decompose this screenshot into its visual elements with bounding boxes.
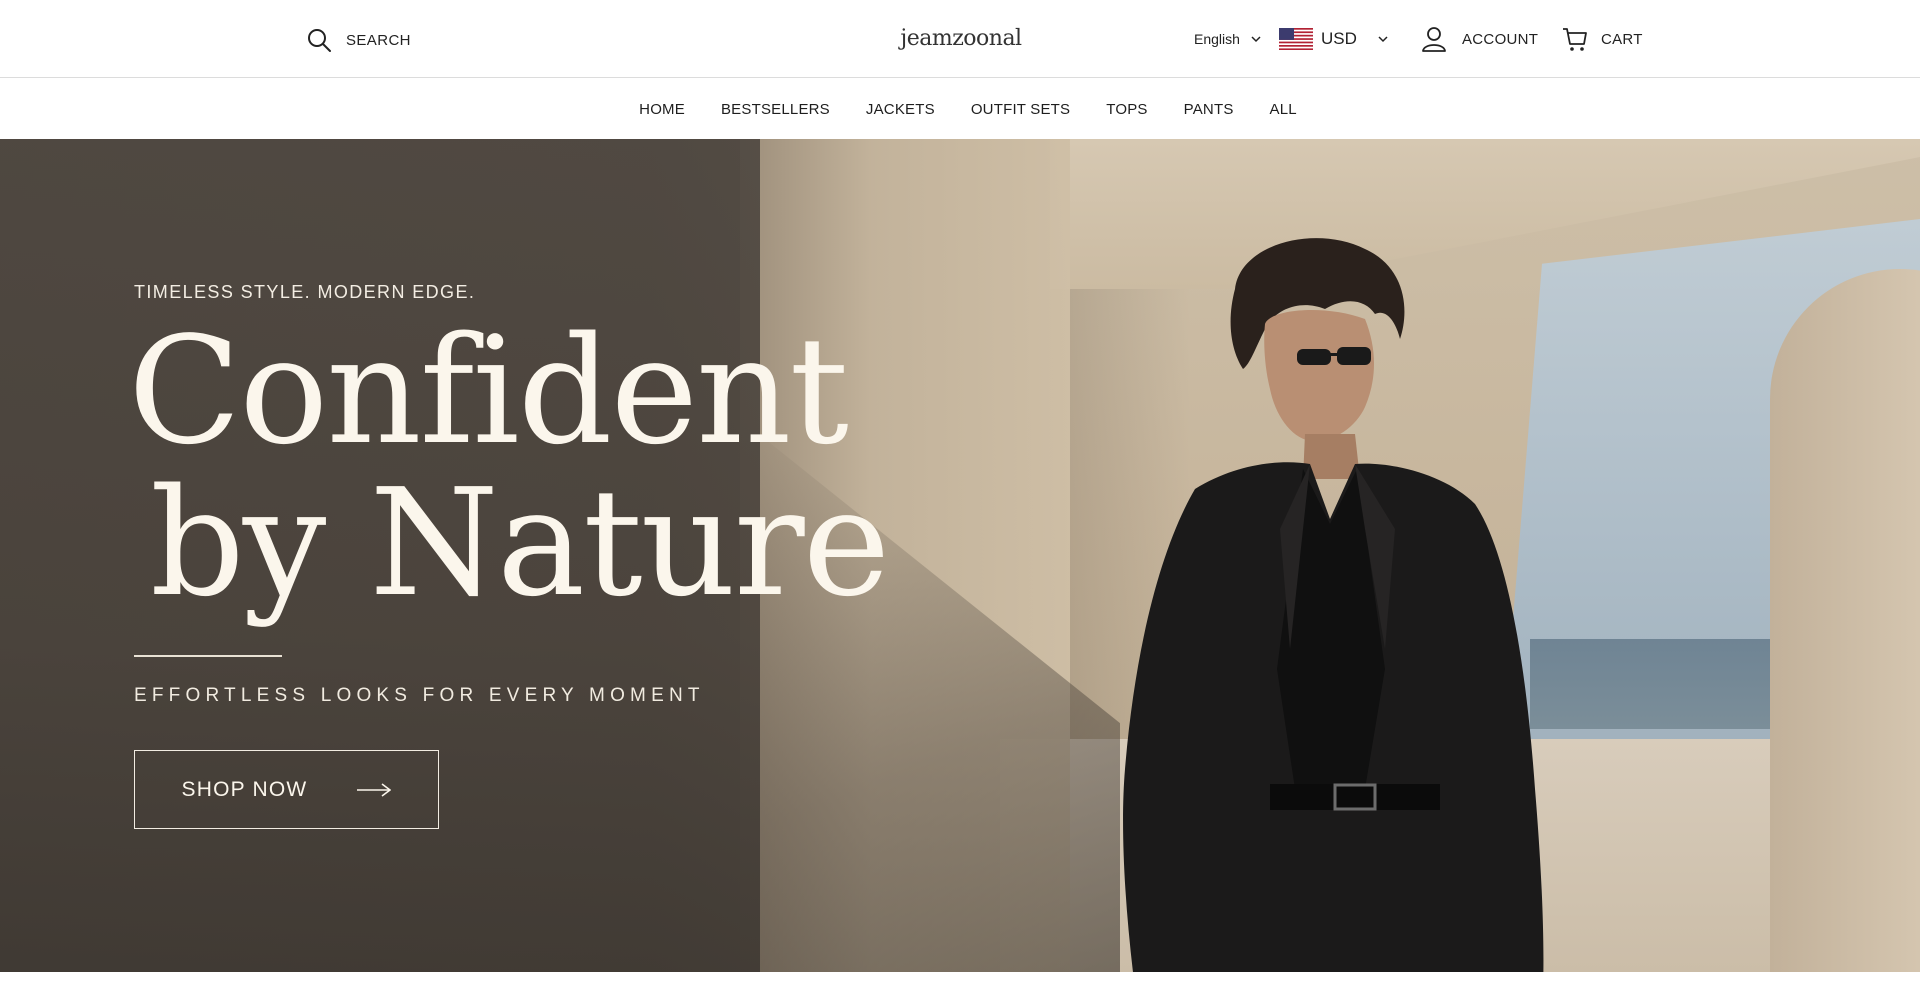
nav-bestsellers[interactable]: BESTSELLERS bbox=[721, 101, 830, 118]
language-label: English bbox=[1194, 31, 1240, 47]
nav-all[interactable]: ALL bbox=[1270, 101, 1297, 118]
hero-arch bbox=[1770, 269, 1920, 972]
hero-headline: Confident by Nature bbox=[128, 305, 890, 629]
cart-icon bbox=[1563, 28, 1587, 51]
chevron-down-icon bbox=[1378, 36, 1388, 43]
hero-model-image bbox=[1123, 238, 1544, 972]
hero-tagline: TIMELESS STYLE. MODERN EDGE. bbox=[134, 282, 476, 302]
search-button[interactable]: SEARCH bbox=[306, 26, 411, 54]
main-nav: HOME BESTSELLERS JACKETS OUTFIT SETS TOP… bbox=[0, 79, 1920, 139]
chevron-down-icon bbox=[1251, 36, 1261, 43]
shop-now-button[interactable]: SHOP NOW bbox=[134, 750, 439, 829]
hero-headline-line2: by Nature bbox=[150, 457, 890, 629]
nav-jackets[interactable]: JACKETS bbox=[866, 101, 935, 118]
site-logo[interactable]: jeamzoonal bbox=[896, 18, 1026, 58]
arrow-right-icon bbox=[357, 782, 392, 797]
nav-home[interactable]: HOME bbox=[639, 101, 685, 118]
hero-banner: TIMELESS STYLE. MODERN EDGE. Confident b… bbox=[0, 139, 1920, 972]
hero-divider bbox=[134, 655, 282, 657]
user-icon bbox=[1422, 27, 1446, 52]
shop-now-label: SHOP NOW bbox=[181, 777, 308, 801]
search-label: SEARCH bbox=[346, 31, 411, 49]
currency-label: USD bbox=[1321, 29, 1357, 48]
cart-label: CART bbox=[1601, 30, 1643, 48]
cart-link[interactable]: CART bbox=[1561, 24, 1643, 54]
account-label: ACCOUNT bbox=[1462, 30, 1539, 48]
nav-pants[interactable]: PANTS bbox=[1184, 101, 1234, 118]
nav-outfit-sets[interactable]: OUTFIT SETS bbox=[971, 101, 1070, 118]
us-flag-icon bbox=[1279, 28, 1313, 50]
hero-subline: EFFORTLESS LOOKS FOR EVERY MOMENT bbox=[134, 685, 705, 706]
language-selector[interactable]: English bbox=[1194, 28, 1262, 50]
currency-selector[interactable]: USD bbox=[1279, 26, 1389, 52]
account-link[interactable]: ACCOUNT bbox=[1420, 24, 1538, 54]
hero-headline-line1: Confident bbox=[128, 305, 849, 477]
site-header: SEARCH jeamzoonal English USD ACCOUNT CA… bbox=[0, 0, 1920, 78]
search-icon bbox=[308, 29, 331, 52]
nav-tops[interactable]: TOPS bbox=[1106, 101, 1147, 118]
